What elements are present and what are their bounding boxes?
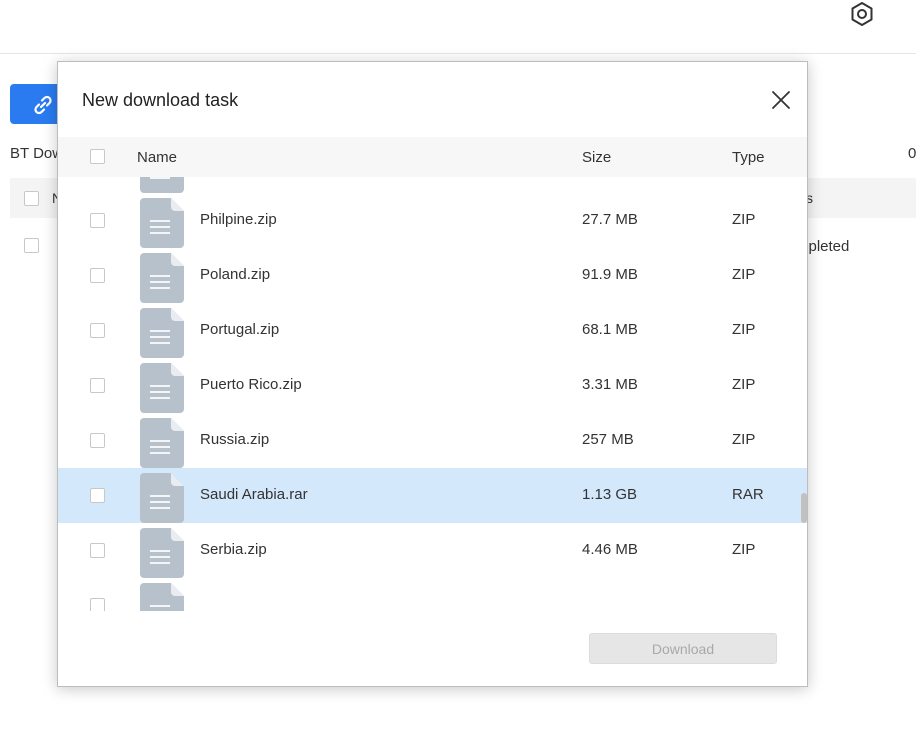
file-size: 68.1 MB bbox=[582, 321, 638, 338]
file-checkbox[interactable] bbox=[90, 543, 105, 558]
top-bar bbox=[0, 0, 916, 54]
task-count: 0 bbox=[908, 145, 916, 162]
file-type: RAR bbox=[732, 486, 764, 503]
file-type: ZIP bbox=[732, 266, 756, 283]
dialog-title: New download task bbox=[82, 90, 239, 110]
file-list-header: Name Size Type bbox=[58, 137, 807, 177]
file-size: 27.7 MB bbox=[582, 211, 638, 228]
file-rows: Peru Complete.zip 238 MB ZIP Philpine.zi… bbox=[58, 177, 807, 611]
file-checkbox[interactable] bbox=[90, 213, 105, 228]
file-size: 91.9 MB bbox=[582, 266, 638, 283]
file-icon bbox=[140, 583, 184, 611]
close-button[interactable] bbox=[770, 89, 792, 111]
file-icon bbox=[140, 198, 184, 248]
file-checkbox[interactable] bbox=[90, 433, 105, 448]
file-name: Saudi Arabia.rar bbox=[200, 486, 308, 503]
file-icon bbox=[140, 418, 184, 468]
file-name: Poland.zip bbox=[200, 266, 271, 283]
file-checkbox[interactable] bbox=[90, 488, 105, 503]
file-checkbox[interactable] bbox=[90, 378, 105, 393]
file-name: Portugal.zip bbox=[200, 321, 280, 338]
file-row[interactable] bbox=[58, 578, 807, 611]
file-size: 4.46 MB bbox=[582, 541, 638, 558]
file-size: 257 MB bbox=[582, 431, 634, 448]
file-size: 3.31 MB bbox=[582, 376, 638, 393]
column-size[interactable]: Size bbox=[582, 149, 611, 166]
settings-button[interactable] bbox=[848, 0, 876, 28]
file-row[interactable]: Peru Complete.zip 238 MB ZIP bbox=[58, 177, 807, 193]
column-type[interactable]: Type bbox=[732, 149, 765, 166]
file-row[interactable]: Serbia.zip 4.46 MB ZIP bbox=[58, 523, 807, 578]
file-name: Serbia.zip bbox=[200, 541, 267, 558]
file-row[interactable]: Portugal.zip 68.1 MB ZIP bbox=[58, 303, 807, 358]
close-icon bbox=[772, 91, 790, 109]
download-button[interactable]: Download bbox=[589, 633, 777, 664]
task-row-checkbox[interactable] bbox=[24, 238, 39, 253]
file-size: 1.13 GB bbox=[582, 486, 638, 503]
gear-icon bbox=[851, 2, 873, 26]
file-row[interactable]: Poland.zip 91.9 MB ZIP bbox=[58, 248, 807, 303]
file-icon bbox=[140, 363, 184, 413]
file-list-scrollbar[interactable] bbox=[799, 177, 807, 611]
file-row[interactable]: Philpine.zip 27.7 MB ZIP bbox=[58, 193, 807, 248]
file-type: ZIP bbox=[732, 431, 756, 448]
file-checkbox[interactable] bbox=[90, 598, 105, 611]
file-row[interactable]: Saudi Arabia.rar 1.13 GB RAR bbox=[58, 468, 807, 523]
file-icon bbox=[140, 308, 184, 358]
file-type: ZIP bbox=[732, 321, 756, 338]
file-name: Russia.zip bbox=[200, 431, 270, 448]
file-row[interactable]: Puerto Rico.zip 3.31 MB ZIP bbox=[58, 358, 807, 413]
file-name: Puerto Rico.zip bbox=[200, 376, 302, 393]
file-type: ZIP bbox=[732, 541, 756, 558]
bt-download-label: BT Dow bbox=[10, 145, 64, 162]
link-icon bbox=[34, 95, 52, 115]
file-type: ZIP bbox=[732, 211, 756, 228]
file-name: Philpine.zip bbox=[200, 211, 277, 228]
column-name[interactable]: Name bbox=[137, 149, 177, 166]
file-icon bbox=[140, 528, 184, 578]
file-checkbox[interactable] bbox=[90, 268, 105, 283]
new-download-dialog: New download task Name Size Type Peru Co… bbox=[57, 61, 808, 687]
file-row[interactable]: Russia.zip 257 MB ZIP bbox=[58, 413, 807, 468]
file-checkbox[interactable] bbox=[90, 323, 105, 338]
select-all-checkbox[interactable] bbox=[90, 149, 105, 164]
file-icon bbox=[140, 177, 184, 193]
file-icon bbox=[140, 253, 184, 303]
file-icon bbox=[140, 473, 184, 523]
scroll-thumb[interactable] bbox=[801, 493, 807, 523]
select-all-tasks-checkbox[interactable] bbox=[24, 191, 39, 206]
file-type: ZIP bbox=[732, 376, 756, 393]
file-list[interactable]: Peru Complete.zip 238 MB ZIP Philpine.zi… bbox=[58, 177, 807, 611]
